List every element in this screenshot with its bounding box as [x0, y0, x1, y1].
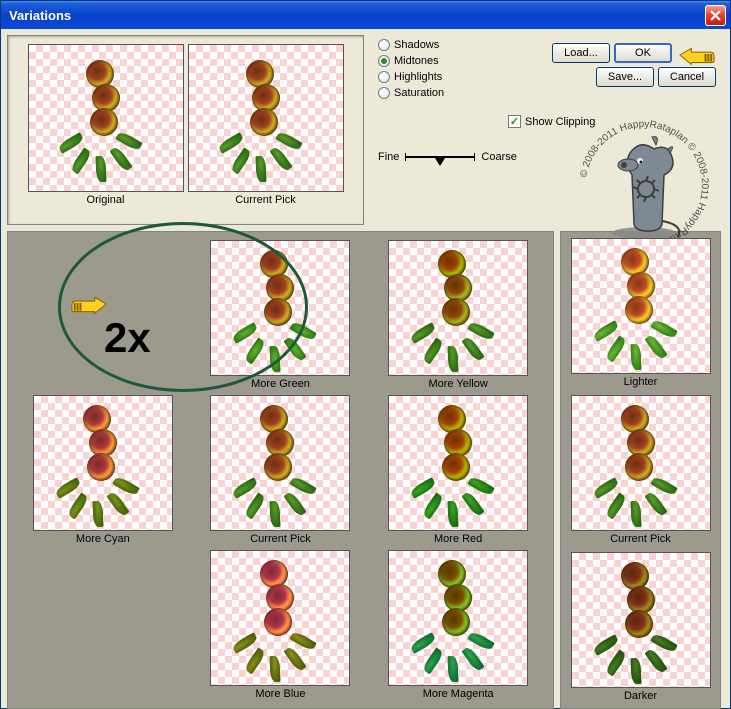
label-current-top: Current Pick: [235, 194, 296, 206]
thumb-current-brightness[interactable]: [571, 395, 711, 531]
ok-button[interactable]: OK: [614, 43, 672, 63]
close-button[interactable]: [705, 5, 726, 26]
titlebar: Variations: [1, 1, 730, 29]
thumb-more-green[interactable]: [210, 240, 350, 376]
thumb-current-top[interactable]: [188, 44, 344, 192]
thumb-more-red[interactable]: [388, 395, 528, 531]
thumb-more-cyan[interactable]: [33, 395, 173, 531]
controls-panel: Shadows Midtones Highlights Saturation L…: [372, 35, 724, 225]
show-clipping-checkbox[interactable]: ✓ Show Clipping: [508, 115, 595, 128]
thumb-more-magenta[interactable]: [388, 550, 528, 686]
cancel-button[interactable]: Cancel: [658, 67, 716, 87]
pointer-hand-icon-2: [70, 292, 108, 316]
pointer-hand-icon: [678, 43, 716, 67]
thumb-lighter[interactable]: [571, 238, 711, 374]
fine-coarse-slider[interactable]: Fine Coarse: [378, 151, 718, 163]
window-title: Variations: [9, 8, 705, 23]
thumb-original[interactable]: [28, 44, 184, 192]
load-button[interactable]: Load...: [552, 43, 610, 63]
checkmark-icon: ✓: [508, 115, 521, 128]
save-button[interactable]: Save...: [596, 67, 654, 87]
variations-grid: More Green More Yellow More Cyan Current…: [7, 231, 554, 709]
radio-saturation[interactable]: Saturation: [378, 87, 718, 99]
thumb-more-yellow[interactable]: [388, 240, 528, 376]
thumb-more-blue[interactable]: [210, 550, 350, 686]
label-original: Original: [87, 194, 125, 206]
close-icon: [710, 10, 721, 21]
thumb-darker[interactable]: [571, 552, 711, 688]
original-panel: Original: [7, 35, 364, 225]
thumb-current-center[interactable]: [210, 395, 350, 531]
variations-dialog: Variations: [0, 0, 731, 709]
brightness-panel: Lighter Current Pick Darker: [560, 231, 721, 709]
